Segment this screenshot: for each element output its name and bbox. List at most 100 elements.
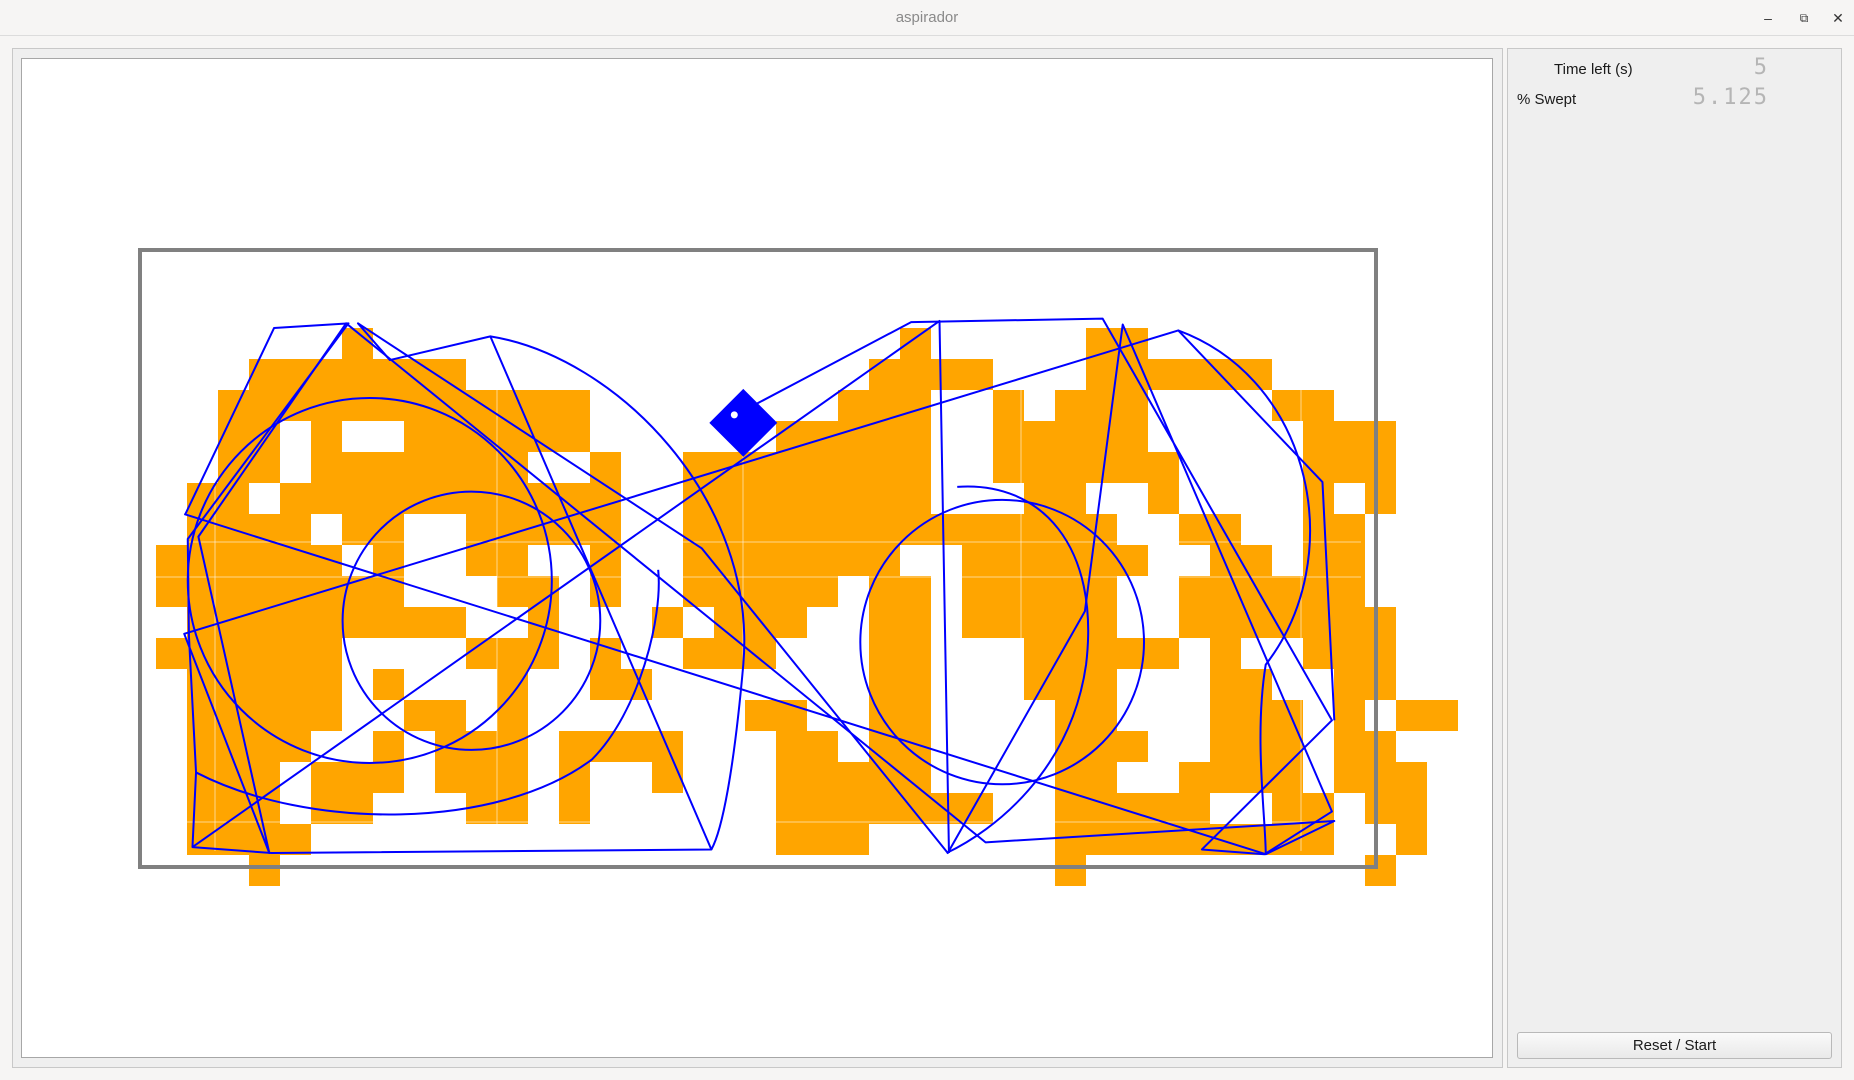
swept-cell — [1241, 545, 1272, 576]
swept-cell — [528, 638, 559, 669]
swept-cell — [1334, 576, 1365, 607]
side-panel: Time left (s) 5 % Swept 5.125 — [1507, 48, 1842, 1068]
swept-cell — [714, 514, 745, 545]
swept-cell — [1117, 545, 1148, 576]
swept-cell — [1303, 514, 1334, 545]
close-icon[interactable]: ✕ — [1826, 6, 1850, 30]
swept-cell — [528, 390, 559, 421]
swept-cell — [311, 669, 342, 700]
swept-cell — [1148, 483, 1179, 514]
swept-cell — [435, 452, 466, 483]
swept-cell — [280, 669, 311, 700]
swept-cell — [900, 390, 931, 421]
reset-start-button[interactable]: Reset / Start — [1517, 1032, 1832, 1059]
swept-cell — [993, 607, 1024, 638]
swept-cell — [962, 607, 993, 638]
swept-cell — [869, 483, 900, 514]
swept-cell — [1365, 607, 1396, 638]
swept-cell — [249, 576, 280, 607]
swept-cell — [807, 824, 838, 855]
swept-cell — [776, 483, 807, 514]
simulation-canvas[interactable] — [21, 58, 1493, 1058]
swept-cell — [900, 359, 931, 390]
swept-cell — [776, 545, 807, 576]
swept-cell — [1148, 638, 1179, 669]
swept-cell — [435, 483, 466, 514]
swept-cell — [1272, 390, 1303, 421]
time-left-display: 5 — [1753, 55, 1769, 80]
swept-cell — [745, 483, 776, 514]
swept-cell — [311, 607, 342, 638]
swept-cell — [497, 700, 528, 731]
swept-cell — [311, 359, 342, 390]
swept-cell — [869, 700, 900, 731]
swept-cell — [497, 762, 528, 793]
swept-cell — [745, 700, 776, 731]
swept-cell — [1303, 638, 1334, 669]
swept-cell — [1148, 824, 1179, 855]
swept-cell — [1210, 731, 1241, 762]
swept-cell — [466, 452, 497, 483]
swept-cell — [373, 576, 404, 607]
swept-cell — [373, 731, 404, 762]
swept-cell — [435, 359, 466, 390]
swept-cell — [1334, 452, 1365, 483]
swept-cell — [1334, 607, 1365, 638]
swept-cell — [745, 514, 776, 545]
swept-cell — [559, 793, 590, 824]
swept-cell — [466, 390, 497, 421]
swept-cell — [1303, 390, 1334, 421]
swept-cell — [776, 576, 807, 607]
swept-cell — [962, 576, 993, 607]
swept-cell — [1272, 762, 1303, 793]
swept-cell — [776, 514, 807, 545]
swept-cell — [311, 545, 342, 576]
swept-cell — [900, 700, 931, 731]
swept-cell — [590, 669, 621, 700]
swept-cell — [807, 793, 838, 824]
minimize-icon[interactable]: – — [1756, 6, 1780, 30]
swept-cell — [497, 545, 528, 576]
window-title: aspirador — [895, 9, 959, 26]
swept-cell — [1024, 638, 1055, 669]
swept-cell — [1179, 359, 1210, 390]
swept-cell — [962, 514, 993, 545]
swept-cell — [838, 824, 869, 855]
swept-cell — [187, 793, 218, 824]
swept-cell — [838, 545, 869, 576]
swept-cell — [1210, 669, 1241, 700]
swept-cell — [869, 359, 900, 390]
swept-cell — [776, 824, 807, 855]
swept-cell — [435, 762, 466, 793]
restore-icon[interactable]: ⧉ — [1792, 6, 1816, 30]
swept-cell — [218, 545, 249, 576]
swept-cell — [1241, 762, 1272, 793]
swept-cell — [1086, 700, 1117, 731]
swept-cell — [342, 607, 373, 638]
swept-cell — [497, 638, 528, 669]
swept-cell — [373, 483, 404, 514]
swept-cell — [900, 669, 931, 700]
swept-cell — [1334, 421, 1365, 452]
swept-cell — [1334, 731, 1365, 762]
swept-cell — [1055, 576, 1086, 607]
swept-cell — [621, 731, 652, 762]
swept-cell — [1210, 700, 1241, 731]
swept-cell — [404, 607, 435, 638]
scene-svg — [138, 248, 1458, 886]
swept-cell — [1365, 762, 1396, 793]
swept-cell — [1334, 669, 1365, 700]
swept-cell — [1117, 731, 1148, 762]
swept-cell — [1272, 793, 1303, 824]
swept-cell — [373, 514, 404, 545]
swept-cell — [1086, 607, 1117, 638]
swept-cell — [373, 669, 404, 700]
swept-cell — [342, 514, 373, 545]
swept-cell — [1086, 824, 1117, 855]
swept-cell — [156, 638, 187, 669]
swept-cell — [280, 514, 311, 545]
swept-cell — [466, 483, 497, 514]
swept-cell — [342, 762, 373, 793]
swept-cell — [311, 700, 342, 731]
swept-cell — [311, 638, 342, 669]
